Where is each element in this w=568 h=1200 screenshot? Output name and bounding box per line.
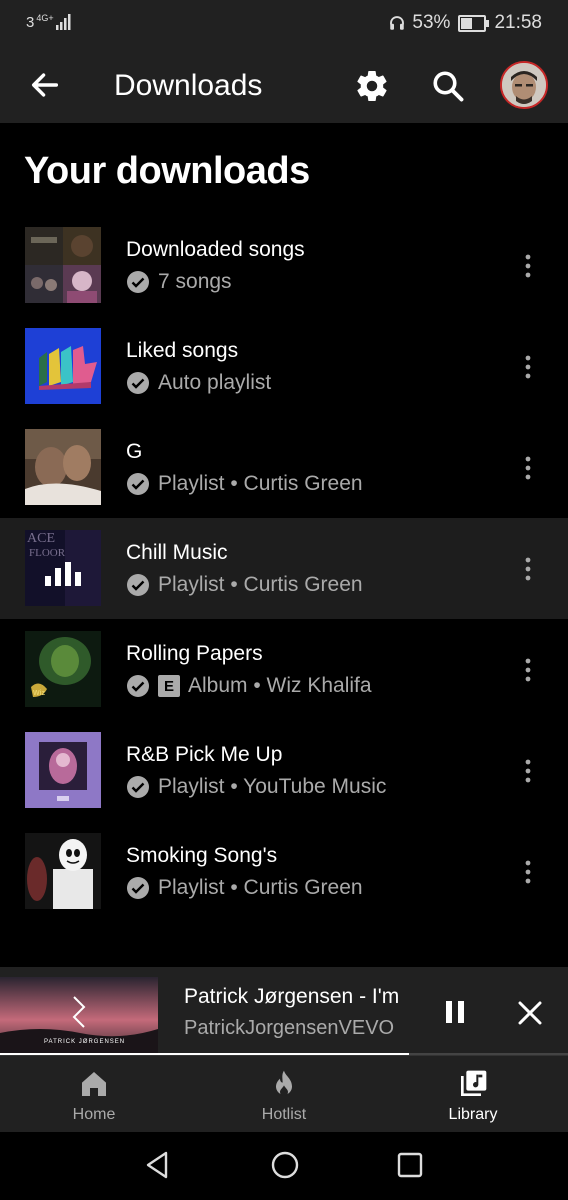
item-thumbnail — [25, 429, 101, 505]
more-vert-icon[interactable] — [518, 758, 538, 784]
item-title: R&B Pick Me Up — [126, 743, 283, 766]
nav-library-label: Library — [448, 1106, 498, 1123]
system-back-icon[interactable] — [144, 1150, 172, 1180]
app-bar: Downloads — [0, 50, 568, 123]
system-recents-icon[interactable] — [396, 1150, 424, 1180]
account-avatar[interactable] — [500, 61, 548, 109]
downloaded-check-icon — [127, 271, 149, 293]
nav-home-label: Home — [72, 1106, 116, 1123]
downloaded-check-icon — [127, 473, 149, 495]
downloaded-check-icon — [127, 877, 149, 899]
nav-hotlist-label: Hotlist — [261, 1106, 307, 1123]
item-subtitle: Playlist • Curtis Green — [158, 876, 363, 899]
system-navigation-bar — [0, 1132, 568, 1200]
item-title: Smoking Song's — [126, 844, 278, 867]
list-item[interactable]: Downloaded songs 7 songs — [0, 215, 568, 316]
item-title: Rolling Papers — [126, 642, 263, 665]
section-heading: Your downloads — [24, 150, 310, 192]
item-title: Downloaded songs — [126, 238, 305, 261]
list-item[interactable]: Liked songs Auto playlist — [0, 316, 568, 417]
item-thumbnail: ACE FLOOR — [25, 530, 101, 606]
thumb-brand-text: PATRICK JØRGENSEN — [44, 1039, 125, 1045]
clock: 21:58 — [494, 12, 542, 33]
item-subtitle: Playlist • YouTube Music — [158, 775, 387, 798]
list-item[interactable]: G Playlist • Curtis Green — [0, 417, 568, 518]
list-item[interactable]: Wiz Rolling Papers E Album • Wiz Khalifa — [0, 619, 568, 720]
downloaded-check-icon — [127, 372, 149, 394]
item-subtitle: Playlist • Curtis Green — [158, 573, 363, 596]
status-bar: 3 4G+ 53% 21:58 — [0, 0, 568, 50]
nav-home[interactable]: Home — [34, 1056, 154, 1133]
item-thumbnail — [25, 328, 101, 404]
downloaded-check-icon — [127, 675, 149, 697]
svg-text:Wiz: Wiz — [33, 690, 45, 697]
more-vert-icon[interactable] — [518, 556, 538, 582]
gear-icon[interactable] — [354, 68, 390, 104]
item-title: Liked songs — [126, 339, 239, 362]
network-label: 3 — [26, 14, 35, 31]
downloads-list: Downloaded songs 7 songs Liked songs Aut… — [0, 215, 568, 922]
flame-icon — [276, 1070, 292, 1096]
arrow-back-icon[interactable] — [28, 68, 62, 102]
more-vert-icon[interactable] — [518, 354, 538, 380]
item-thumbnail — [25, 833, 101, 909]
library-music-icon — [461, 1070, 487, 1096]
pause-icon[interactable] — [440, 997, 470, 1027]
item-title: Chill Music — [126, 541, 228, 564]
list-item[interactable]: R&B Pick Me Up Playlist • YouTube Music — [0, 720, 568, 821]
more-vert-icon[interactable] — [518, 657, 538, 683]
headphones-icon — [390, 16, 405, 30]
item-thumbnail — [25, 227, 101, 303]
close-icon[interactable] — [514, 997, 546, 1029]
signal-icon — [55, 14, 71, 30]
now-playing-thumbnail: PATRICK JØRGENSEN — [0, 977, 158, 1055]
mini-player[interactable]: PATRICK JØRGENSEN Patrick Jørgensen - I'… — [0, 967, 568, 1055]
now-playing-artist: PatrickJorgensenVEVO — [184, 1017, 395, 1039]
more-vert-icon[interactable] — [518, 455, 538, 481]
avatar-image — [502, 63, 546, 107]
battery-percent: 53% — [412, 12, 451, 33]
home-icon — [82, 1072, 106, 1096]
bottom-navigation: Home Hotlist Library — [0, 1055, 568, 1133]
more-vert-icon[interactable] — [518, 253, 538, 279]
nav-library[interactable]: Library — [413, 1056, 533, 1133]
network-gen: 4G+ — [36, 13, 54, 23]
list-item[interactable]: Smoking Song's Playlist • Curtis Green — [0, 821, 568, 922]
system-home-icon[interactable] — [270, 1150, 300, 1180]
battery-icon — [458, 14, 490, 32]
now-playing-title: Patrick Jørgensen - I'm — [184, 985, 400, 1008]
item-subtitle: Auto playlist — [158, 371, 272, 394]
explicit-badge: E — [158, 675, 180, 697]
item-subtitle: 7 songs — [158, 270, 232, 293]
item-title: G — [126, 440, 143, 463]
search-icon[interactable] — [430, 68, 466, 104]
downloaded-check-icon — [127, 776, 149, 798]
more-vert-icon[interactable] — [518, 859, 538, 885]
downloaded-check-icon — [127, 574, 149, 596]
item-subtitle: Album • Wiz Khalifa — [188, 674, 372, 697]
network-indicator: 3 4G+ — [26, 14, 72, 31]
item-thumbnail — [25, 732, 101, 808]
item-subtitle: Playlist • Curtis Green — [158, 472, 363, 495]
item-thumbnail: Wiz — [25, 631, 101, 707]
page-title: Downloads — [114, 69, 263, 102]
list-item[interactable]: ACE FLOOR Chill Music Playlist • Curtis … — [0, 518, 568, 619]
nav-hotlist[interactable]: Hotlist — [224, 1056, 344, 1133]
